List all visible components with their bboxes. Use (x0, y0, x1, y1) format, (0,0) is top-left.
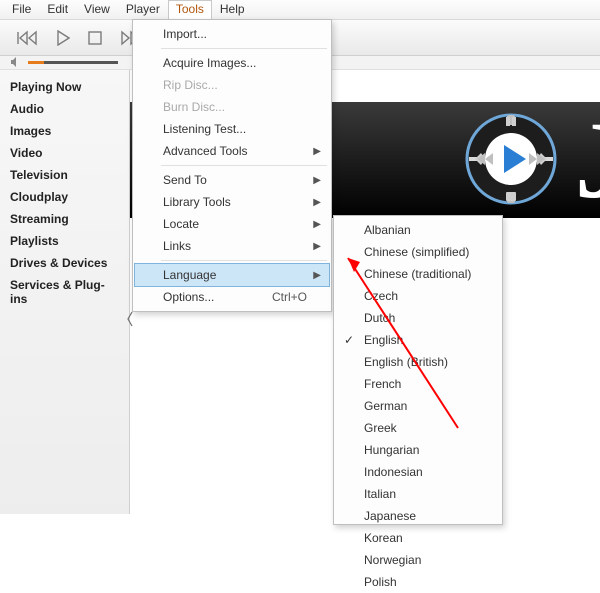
menuitem-listening-test[interactable]: Listening Test... (135, 118, 329, 140)
lang-albanian[interactable]: Albanian (336, 219, 500, 241)
menu-view[interactable]: View (76, 0, 118, 19)
sidebar-item-audio[interactable]: Audio (0, 98, 129, 120)
lang-hungarian[interactable]: Hungarian (336, 439, 500, 461)
lang-german[interactable]: German (336, 395, 500, 417)
menu-separator (161, 260, 327, 261)
menu-separator (161, 48, 327, 49)
sidebar-item-video[interactable]: Video (0, 142, 129, 164)
chevron-right-icon: ▶ (313, 146, 321, 157)
banner-play-icon (463, 111, 559, 210)
sidebar-item-television[interactable]: Television (0, 164, 129, 186)
previous-icon[interactable] (16, 30, 38, 46)
menuitem-rip-disc[interactable]: Rip Disc... (135, 74, 329, 96)
menu-separator (161, 165, 327, 166)
stop-icon[interactable] (88, 31, 102, 45)
sidebar: Playing Now Audio Images Video Televisio… (0, 70, 130, 514)
sidebar-item-services[interactable]: Services & Plug-ins (0, 274, 129, 310)
seek-track[interactable] (28, 61, 118, 64)
chevron-right-icon: ▶ (313, 197, 321, 208)
menu-tools[interactable]: Tools (168, 0, 212, 19)
menu-file[interactable]: File (4, 0, 39, 19)
menuitem-advanced-tools[interactable]: Advanced Tools▶ (135, 140, 329, 162)
language-submenu: Albanian Chinese (simplified) Chinese (t… (333, 215, 503, 525)
menuitem-import[interactable]: Import... (135, 23, 329, 45)
lang-dutch[interactable]: Dutch (336, 307, 500, 329)
sidebar-item-playing-now[interactable]: Playing Now (0, 76, 129, 98)
menu-player[interactable]: Player (118, 0, 168, 19)
menubar: File Edit View Player Tools Help (0, 0, 600, 20)
banner-logo-letter: J (575, 97, 600, 224)
lang-french[interactable]: French (336, 373, 500, 395)
chevron-right-icon: ▶ (313, 175, 321, 186)
tools-menu: Import... Acquire Images... Rip Disc... … (132, 19, 332, 312)
menuitem-library-tools[interactable]: Library Tools▶ (135, 191, 329, 213)
sidebar-item-playlists[interactable]: Playlists (0, 230, 129, 252)
check-icon: ✓ (344, 333, 354, 347)
menu-help[interactable]: Help (212, 0, 253, 19)
sidebar-item-cloudplay[interactable]: Cloudplay (0, 186, 129, 208)
lang-english[interactable]: ✓English (336, 329, 500, 351)
lang-chinese-traditional[interactable]: Chinese (traditional) (336, 263, 500, 285)
menuitem-links[interactable]: Links▶ (135, 235, 329, 257)
menuitem-burn-disc[interactable]: Burn Disc... (135, 96, 329, 118)
lang-norwegian[interactable]: Norwegian (336, 549, 500, 571)
volume-icon[interactable] (10, 56, 22, 70)
lang-indonesian[interactable]: Indonesian (336, 461, 500, 483)
menuitem-options[interactable]: Options...Ctrl+O (135, 286, 329, 308)
shortcut-label: Ctrl+O (272, 290, 307, 304)
lang-greek[interactable]: Greek (336, 417, 500, 439)
sidebar-item-drives[interactable]: Drives & Devices (0, 252, 129, 274)
chevron-right-icon: ▶ (313, 219, 321, 230)
lang-chinese-simplified[interactable]: Chinese (simplified) (336, 241, 500, 263)
sidebar-item-streaming[interactable]: Streaming (0, 208, 129, 230)
lang-czech[interactable]: Czech (336, 285, 500, 307)
play-icon[interactable] (56, 30, 70, 46)
lang-japanese[interactable]: Japanese (336, 505, 500, 527)
chevron-right-icon: ▶ (313, 241, 321, 252)
lang-english-british[interactable]: English (British) (336, 351, 500, 373)
menuitem-locate[interactable]: Locate▶ (135, 213, 329, 235)
lang-korean[interactable]: Korean (336, 527, 500, 549)
menuitem-send-to[interactable]: Send To▶ (135, 169, 329, 191)
menuitem-language[interactable]: Language▶ (135, 264, 329, 286)
lang-italian[interactable]: Italian (336, 483, 500, 505)
menuitem-acquire-images[interactable]: Acquire Images... (135, 52, 329, 74)
chevron-right-icon: ▶ (313, 270, 321, 281)
lang-polish[interactable]: Polish (336, 571, 500, 593)
menu-edit[interactable]: Edit (39, 0, 76, 19)
sidebar-item-images[interactable]: Images (0, 120, 129, 142)
